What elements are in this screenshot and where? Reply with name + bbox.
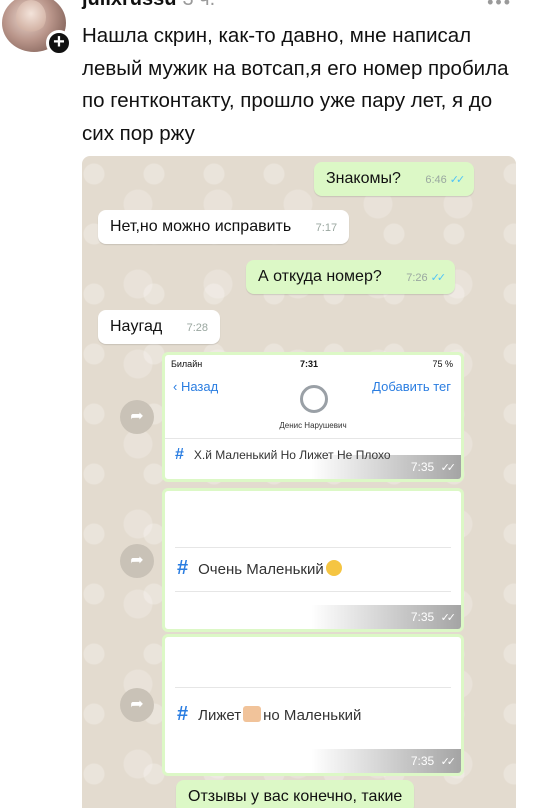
message-time: 6:46 [425,174,447,186]
message-text: Нaугад [110,318,163,335]
delivered-ticks-icon: ✓✓ [440,462,457,474]
message-in: Нет,но можно исправить 7:17 [98,210,350,244]
message-text: Нет,но можно исправить [110,218,292,235]
divider [175,687,451,688]
message-text: Знакомы? [326,170,401,187]
battery-label: 75 % [432,359,453,369]
carrier-label: Билайн [171,359,203,369]
read-ticks-icon: ✓✓ [449,174,466,186]
forward-share-icon[interactable]: ➦ [120,400,154,434]
divider [175,591,451,592]
tag-text-a: Лижет [198,707,242,724]
tag-row: # Лижет но Маленький [177,703,361,726]
follow-plus-icon[interactable]: + [46,30,72,56]
hash-icon: # [177,557,189,579]
message-out: Знакомы? 6:46 ✓✓ [314,162,475,196]
image-timestamp: 7:35 ✓✓ [311,749,461,773]
image-time: 7:35 [410,754,435,768]
message-text: Отзывы у вас конечно, такие [188,788,403,805]
message-text: А откуда номер? [258,268,382,285]
forwarded-image-card[interactable]: Билайн 7:31 75 % ‹ Назад Добавить тег Де… [162,352,464,482]
grimace-emoji-icon [325,560,342,576]
image-time: 7:35 [410,610,435,624]
more-options-icon[interactable]: ••• [487,0,512,13]
username-text[interactable]: julixrussu [82,0,176,10]
message-time: 7:28 [186,322,209,334]
back-label: Назад [180,379,219,394]
back-link: ‹ Назад [173,379,219,394]
image-time: 7:35 [410,460,435,474]
image-timestamp: 7:35 ✓✓ [311,605,461,629]
forwarded-image-card[interactable]: # Лижет но Маленький 7:35 ✓✓ [162,634,464,776]
forward-share-icon[interactable]: ➦ [120,688,154,722]
thumbs-up-emoji-icon [243,706,262,722]
message-out: А откуда номер? 7:26 ✓✓ [246,260,456,294]
forward-share-icon[interactable]: ➦ [120,544,154,578]
divider [175,547,451,548]
message-time: 7:17 [315,222,338,234]
phone-status-bar: Билайн 7:31 75 % [165,355,461,375]
delivered-ticks-icon: ✓✓ [440,612,457,624]
tag-row: # Очень Маленький [177,557,342,580]
post-time: 3 ч. [182,0,215,10]
post-text: Нашла скрин, как-то давно, мне написал л… [82,24,509,145]
message-time: 7:26 [406,272,428,284]
post-username[interactable]: julixrussu 3 ч. [82,0,215,11]
contact-nav-row: ‹ Назад Добавить тег [165,375,461,425]
status-time: 7:31 [300,359,319,369]
hash-icon: # [177,703,189,725]
tag-text-b: но Маленький [263,707,362,724]
message-in: Нaугад 7:28 [98,310,221,344]
read-ticks-icon: ✓✓ [430,272,447,284]
contact-avatar-icon [300,385,328,413]
chat-screenshot-image[interactable]: Знакомы? 6:46 ✓✓ Нет,но можно исправить 7… [82,156,516,808]
add-tag-link: Добавить тег [372,379,451,394]
hash-icon: # [175,446,184,463]
tag-text: Очень Маленький [198,561,324,578]
forwarded-image-card[interactable]: # Очень Маленький 7:35 ✓✓ [162,488,464,632]
delivered-ticks-icon: ✓✓ [440,756,457,768]
post-header: + julixrussu 3 ч. ••• Нашла скрин, как-то… [0,0,540,150]
message-out: Отзывы у вас конечно, такие [176,780,415,808]
image-timestamp: 7:35 ✓✓ [311,455,461,479]
